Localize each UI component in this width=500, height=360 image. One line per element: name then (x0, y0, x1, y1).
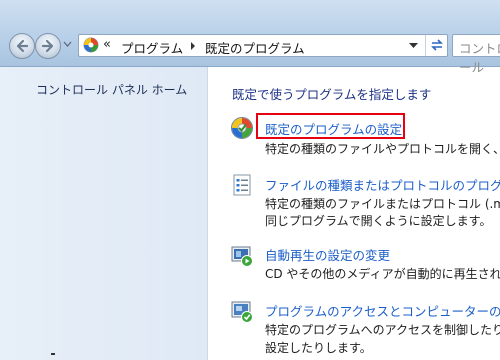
recent-pages-dropdown-icon[interactable] (63, 40, 72, 48)
breadcrumb-overflow[interactable]: « (103, 37, 111, 52)
autoplay-settings-link[interactable]: 自動再生の設定の変更 (265, 245, 390, 264)
back-arrow-icon (16, 39, 29, 53)
refresh-icon (431, 39, 443, 51)
program-access-description-line-2: 設定したりします。 (265, 341, 372, 355)
program-access-icon (231, 301, 253, 323)
address-bar[interactable]: « プログラム 既定のプログラム (78, 34, 448, 57)
file-association-description-line-2: 同じプログラムで開くように設定します。 (265, 214, 492, 228)
file-association-description-line-1: 特定の種類のファイルまたはプロトコル (.m (265, 197, 500, 211)
breadcrumb-default-programs[interactable]: 既定のプログラム (205, 38, 305, 57)
set-default-programs-description: 特定の種類のファイルやプロトコルを開く、 (265, 142, 500, 156)
refresh-button[interactable] (425, 35, 448, 56)
file-association-icon (233, 174, 251, 196)
navigation-bar: « プログラム 既定のプログラム コントロール (0, 0, 500, 75)
program-access-link[interactable]: プログラムのアクセスとコンピューターの既 (265, 301, 500, 320)
control-panel-home-link[interactable]: コントロール パネル ホーム (36, 81, 187, 98)
address-dropdown-icon[interactable] (409, 42, 418, 49)
program-access-description-line-1: 特定のプログラムへのアクセスを制御したり (265, 323, 500, 337)
sidebar: コントロール パネル ホーム (0, 67, 208, 360)
control-panel-icon (83, 37, 99, 53)
page-title: 既定で使うプログラムを指定します (232, 87, 432, 102)
back-button[interactable] (9, 33, 35, 59)
forward-arrow-icon (41, 39, 54, 53)
default-programs-icon (231, 117, 253, 139)
forward-button[interactable] (35, 33, 61, 59)
sidebar-divider (51, 353, 55, 355)
main-pane: 既定で使うプログラムを指定します 既定のプログラムの設定 特定の種類のファイルや… (208, 67, 500, 360)
autoplay-icon (231, 246, 253, 267)
highlight-box (256, 113, 405, 139)
search-input[interactable]: コントロール (452, 34, 500, 75)
autoplay-settings-description: CD やその他のメディアが自動的に再生され (265, 267, 500, 281)
chevron-right-icon[interactable] (190, 42, 196, 50)
file-association-link[interactable]: ファイルの種類またはプロトコルのプログラ (265, 175, 500, 194)
breadcrumb-programs[interactable]: プログラム (121, 38, 183, 57)
